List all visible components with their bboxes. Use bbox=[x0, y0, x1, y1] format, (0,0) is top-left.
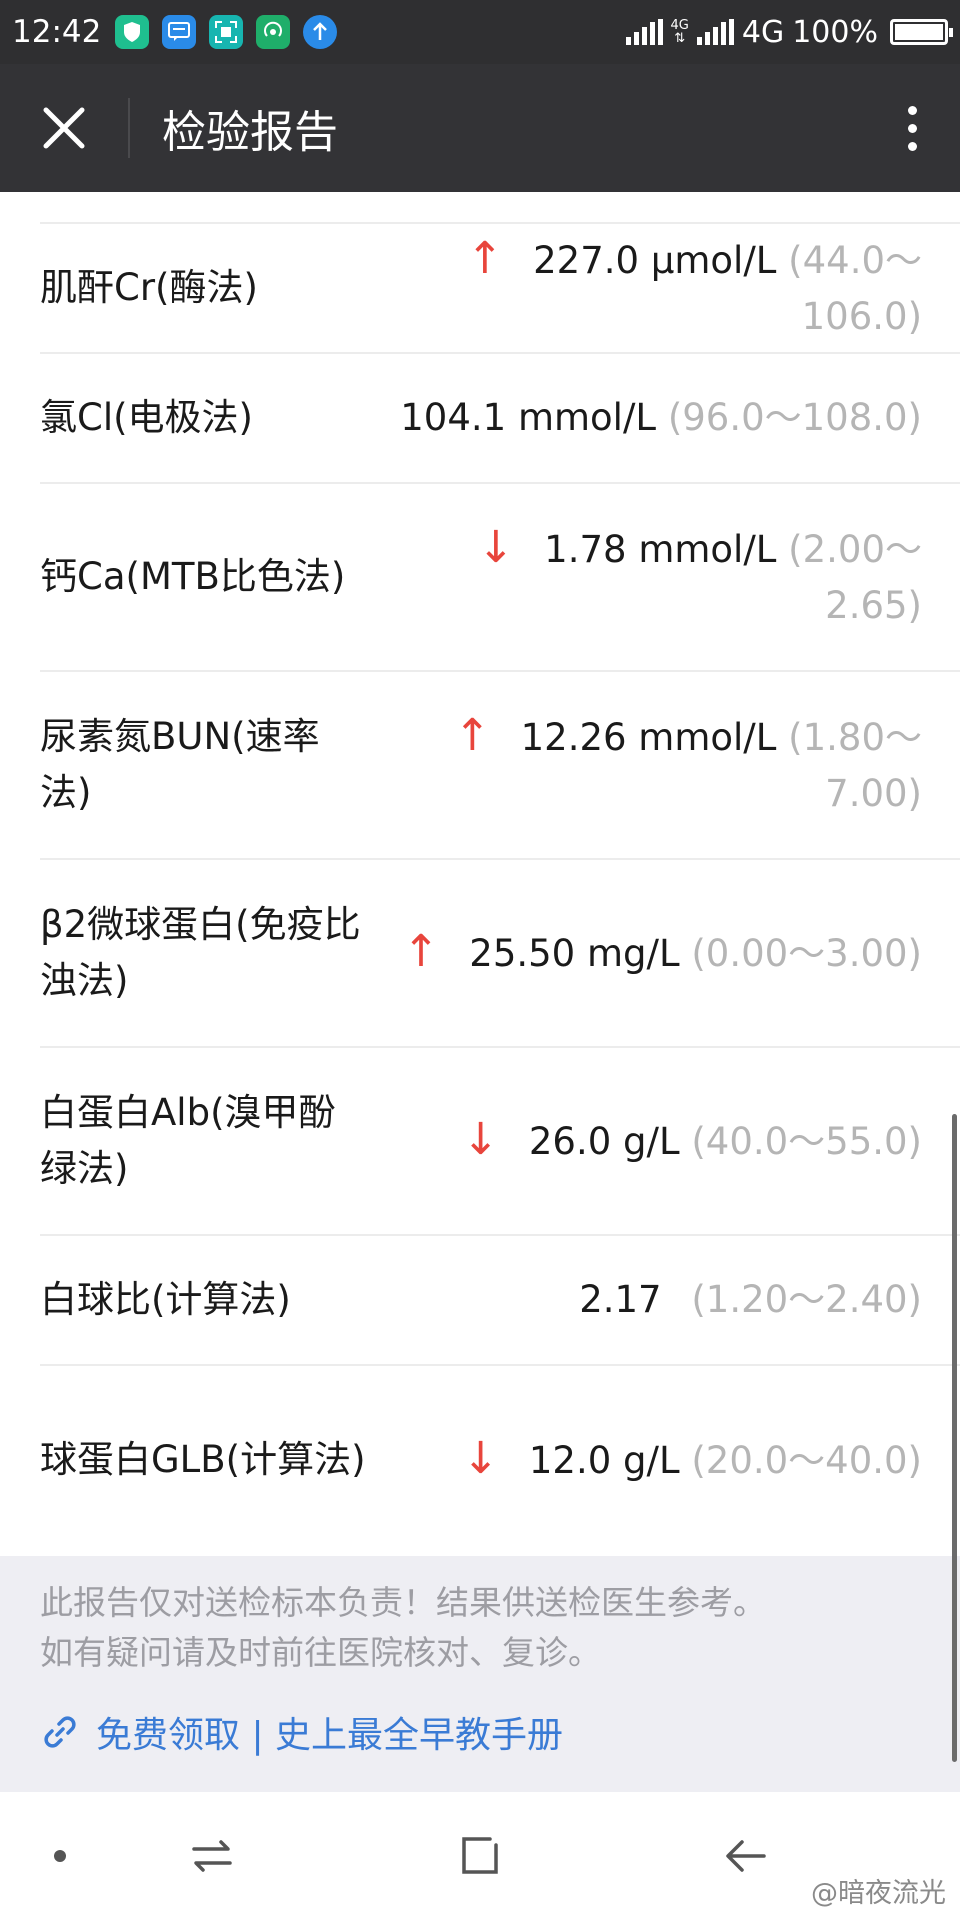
result-value-block: 104.1 mmol/L (96.0～108.0) bbox=[370, 390, 960, 446]
result-row: 白球比(计算法) 2.17 (1.20～2.40) bbox=[40, 1236, 960, 1366]
status-bar: 12:42 4G ⇅ 4G 100% bbox=[0, 0, 960, 64]
result-value: 104.1 mmol/L bbox=[400, 396, 657, 439]
result-name: β2微球蛋白(免疫比浊法) bbox=[40, 903, 361, 1002]
result-value-block: ↓ 26.0 g/L (40.0～55.0) bbox=[370, 1112, 960, 1170]
result-name: 球蛋白GLB(计算法) bbox=[40, 1438, 366, 1481]
status-time: 12:42 bbox=[12, 14, 102, 50]
more-dot-icon bbox=[907, 123, 917, 133]
result-value-block: ↑ 227.0 μmol/L (44.0～106.0) bbox=[370, 231, 960, 345]
result-value-block: 2.17 (1.20～2.40) bbox=[370, 1272, 960, 1328]
title-divider bbox=[128, 98, 130, 158]
notice-line: 如有疑问请及时前往医院核对、复诊。 bbox=[40, 1633, 601, 1672]
home-square-icon bbox=[462, 1837, 498, 1874]
result-name: 钙Ca(MTB比色法) bbox=[40, 555, 346, 598]
close-button[interactable] bbox=[0, 64, 128, 192]
result-row: 钙Ca(MTB比色法) ↓ 1.78 mmol/L (2.00～2.65) bbox=[40, 484, 960, 672]
result-name: 白蛋白Alb(溴甲酚绿法) bbox=[40, 1091, 336, 1190]
switch-icon bbox=[192, 1840, 232, 1872]
message-icon bbox=[162, 15, 197, 49]
more-dot-icon bbox=[907, 105, 917, 115]
reference-range: (20.0～40.0) bbox=[691, 1439, 922, 1482]
result-row: 尿素氮BUN(速率法) ↑ 12.26 mmol/L (1.80～7.00) bbox=[40, 672, 960, 860]
reference-range: (1.20～2.40) bbox=[691, 1278, 922, 1321]
hotspot-icon bbox=[256, 15, 291, 49]
more-options-button[interactable] bbox=[864, 64, 960, 192]
reference-range: (96.0～108.0) bbox=[667, 396, 922, 439]
network-type: 4G bbox=[741, 14, 785, 50]
network-type-small: 4G ⇅ bbox=[670, 18, 689, 46]
arrow-up-icon: ↑ bbox=[453, 710, 491, 761]
arrow-down-icon: ↓ bbox=[462, 1114, 500, 1165]
notice-line: 此报告仅对送检标本负责！结果供送检医生参考。 bbox=[40, 1583, 766, 1622]
reference-range: (2.00～2.65) bbox=[788, 528, 922, 627]
watermark: @暗夜流光 bbox=[811, 1878, 946, 1909]
result-name: 尿素氮BUN(速率法) bbox=[40, 715, 320, 814]
dot-icon bbox=[54, 1850, 66, 1862]
reference-range: (0.00～3.00) bbox=[691, 932, 922, 975]
result-value: 1.78 mmol/L bbox=[544, 528, 777, 571]
result-value: 12.26 mmol/L bbox=[520, 716, 777, 759]
reference-range: (40.0～55.0) bbox=[691, 1120, 922, 1163]
result-name: 肌酐Cr(酶法) bbox=[40, 266, 258, 309]
reference-range: (1.80～7.00) bbox=[788, 716, 922, 815]
nav-home-button[interactable] bbox=[420, 1792, 540, 1920]
result-value: 227.0 μmol/L bbox=[533, 239, 777, 282]
arrow-up-icon: ↑ bbox=[402, 926, 440, 977]
title-bar: 检验报告 bbox=[0, 64, 960, 192]
result-row: 球蛋白GLB(计算法) ↓ 12.0 g/L (20.0～40.0) bbox=[40, 1366, 960, 1554]
promo-link-label: 免费领取 | 史上最全早教手册 bbox=[96, 1715, 564, 1756]
result-value-block: ↓ 12.0 g/L (20.0～40.0) bbox=[370, 1431, 960, 1489]
notice-text: 此报告仅对送检标本负责！结果供送检医生参考。 如有疑问请及时前往医院核对、复诊。 bbox=[40, 1578, 766, 1678]
result-row: 白蛋白Alb(溴甲酚绿法) ↓ 26.0 g/L (40.0～55.0) bbox=[40, 1048, 960, 1236]
report-content[interactable]: 肌酐Cr(酶法) ↑ 227.0 μmol/L (44.0～106.0) 氯Cl… bbox=[0, 192, 960, 1556]
navigation-bar: @暗夜流光 bbox=[0, 1792, 960, 1920]
signal-icon bbox=[625, 19, 663, 45]
battery-icon bbox=[890, 19, 953, 45]
upload-icon bbox=[303, 15, 338, 49]
shield-icon bbox=[115, 15, 150, 49]
nav-back-button[interactable] bbox=[686, 1792, 806, 1920]
link-icon bbox=[44, 1716, 76, 1748]
result-value-block: ↑ 25.50 mg/L (0.00～3.00) bbox=[370, 924, 960, 982]
signal-icon-2 bbox=[696, 19, 734, 45]
result-value: 12.0 g/L bbox=[528, 1439, 680, 1482]
status-right: 4G ⇅ 4G 100% bbox=[625, 14, 953, 50]
report-notice: 此报告仅对送检标本负责！结果供送检医生参考。 如有疑问请及时前往医院核对、复诊。… bbox=[0, 1556, 960, 1792]
result-list: 肌酐Cr(酶法) ↑ 227.0 μmol/L (44.0～106.0) 氯Cl… bbox=[0, 224, 960, 1554]
result-row: 肌酐Cr(酶法) ↑ 227.0 μmol/L (44.0～106.0) bbox=[40, 224, 960, 354]
arrow-up-icon: ↑ bbox=[466, 233, 504, 284]
result-name: 氯Cl(电极法) bbox=[40, 396, 253, 439]
result-row: β2微球蛋白(免疫比浊法) ↑ 25.50 mg/L (0.00～3.00) bbox=[40, 860, 960, 1048]
result-value-block: ↑ 12.26 mmol/L (1.80～7.00) bbox=[370, 708, 960, 822]
nav-switch-button[interactable] bbox=[152, 1792, 272, 1920]
result-name: 白球比(计算法) bbox=[40, 1278, 291, 1321]
page-title: 检验报告 bbox=[162, 107, 338, 158]
reference-range: (44.0～106.0) bbox=[788, 239, 922, 338]
promo-link[interactable]: 免费领取 | 史上最全早教手册 bbox=[40, 1706, 563, 1758]
back-icon bbox=[726, 1840, 766, 1872]
arrow-down-icon: ↓ bbox=[477, 522, 515, 573]
more-dot-icon bbox=[907, 141, 917, 151]
result-row: 氯Cl(电极法) 104.1 mmol/L (96.0～108.0) bbox=[40, 354, 960, 484]
battery-percent: 100% bbox=[792, 14, 878, 50]
nav-dot-button[interactable] bbox=[0, 1792, 120, 1920]
scrollbar[interactable] bbox=[952, 1114, 957, 1762]
result-value: 25.50 mg/L bbox=[469, 932, 680, 975]
result-value: 2.17 bbox=[579, 1278, 662, 1321]
result-value: 26.0 g/L bbox=[528, 1120, 680, 1163]
scan-icon bbox=[209, 15, 244, 49]
result-value-block: ↓ 1.78 mmol/L (2.00～2.65) bbox=[370, 520, 960, 634]
close-icon bbox=[43, 107, 85, 149]
arrow-down-icon: ↓ bbox=[462, 1433, 500, 1484]
